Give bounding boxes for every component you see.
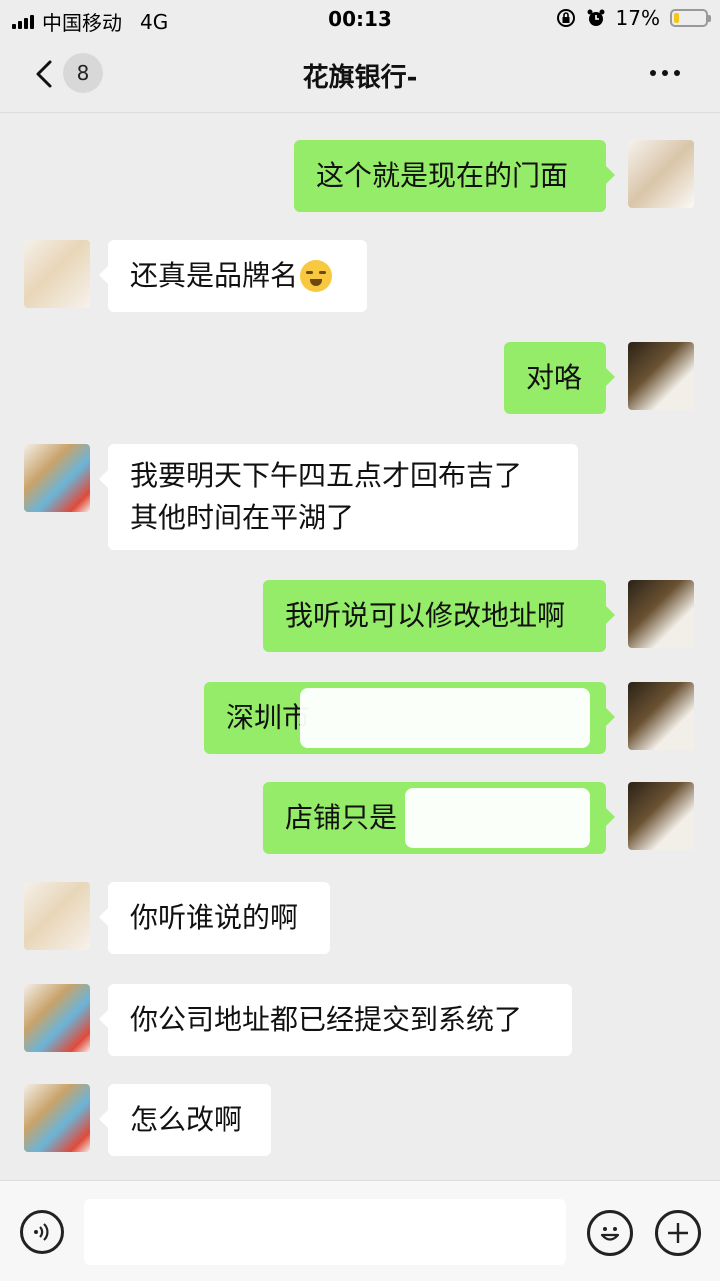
message-text: 你听谁说的啊 (130, 901, 299, 934)
contact-avatar[interactable] (24, 240, 90, 308)
message-text: 你公司地址都已经提交到系统了 (130, 1003, 523, 1036)
chat-header: 8 花旗银行- (0, 36, 720, 113)
message-bubble[interactable]: 还真是品牌名 (99, 240, 367, 312)
message-bubble[interactable]: 我听说可以修改地址啊 (263, 580, 615, 652)
voice-icon[interactable] (20, 1210, 64, 1254)
message-bubble[interactable]: 对咯 (504, 342, 615, 414)
message-text-line: 我要明天下午四五点才回布吉了 (130, 459, 523, 492)
emoji-icon[interactable] (587, 1210, 633, 1256)
battery-icon (670, 9, 711, 27)
message-bubble[interactable]: 这个就是现在的门面 (294, 140, 615, 212)
contact-avatar[interactable] (24, 984, 90, 1052)
message-text-line: 其他时间在平湖了 (130, 501, 355, 534)
orientation-lock-icon (556, 9, 575, 27)
message-input[interactable] (84, 1199, 566, 1265)
message-text: 我听说可以修改地址啊 (285, 599, 566, 632)
my-avatar[interactable] (628, 342, 694, 410)
alarm-icon (587, 9, 605, 26)
message-bubble[interactable]: 我要明天下午四五点才回布吉了 其他时间在平湖了 (99, 444, 578, 550)
message-text: 店铺只是 (285, 801, 398, 834)
message-text: 对咯 (526, 361, 583, 394)
message-bubble[interactable]: 你公司地址都已经提交到系统了 (99, 984, 572, 1056)
status-bar: 中国移动 4G 00:13 17% (0, 0, 720, 36)
chat-title: 花旗银行- (302, 63, 418, 93)
contact-avatar[interactable] (24, 444, 90, 512)
plus-icon[interactable] (655, 1210, 701, 1256)
contact-avatar[interactable] (24, 1084, 90, 1152)
redaction-mark (300, 688, 590, 748)
battery-percent: 17% (615, 6, 660, 30)
my-avatar[interactable] (628, 140, 694, 208)
battery-fill (674, 13, 679, 23)
contact-avatar[interactable] (24, 882, 90, 950)
my-avatar[interactable] (628, 580, 694, 648)
message-bubble[interactable]: 怎么改啊 (99, 1084, 271, 1156)
input-bar (0, 1180, 720, 1281)
message-text: 这个就是现在的门面 (316, 159, 569, 192)
more-options-icon[interactable] (650, 70, 680, 76)
message-bubble[interactable]: 你听谁说的啊 (99, 882, 330, 954)
facepalm-emoji-icon (300, 260, 333, 292)
message-text: 还真是品牌名 (130, 259, 299, 292)
redaction-mark (405, 788, 590, 848)
my-avatar[interactable] (628, 782, 694, 850)
message-text: 怎么改啊 (130, 1103, 243, 1136)
message-text: 深圳市 (226, 701, 311, 734)
my-avatar[interactable] (628, 682, 694, 750)
